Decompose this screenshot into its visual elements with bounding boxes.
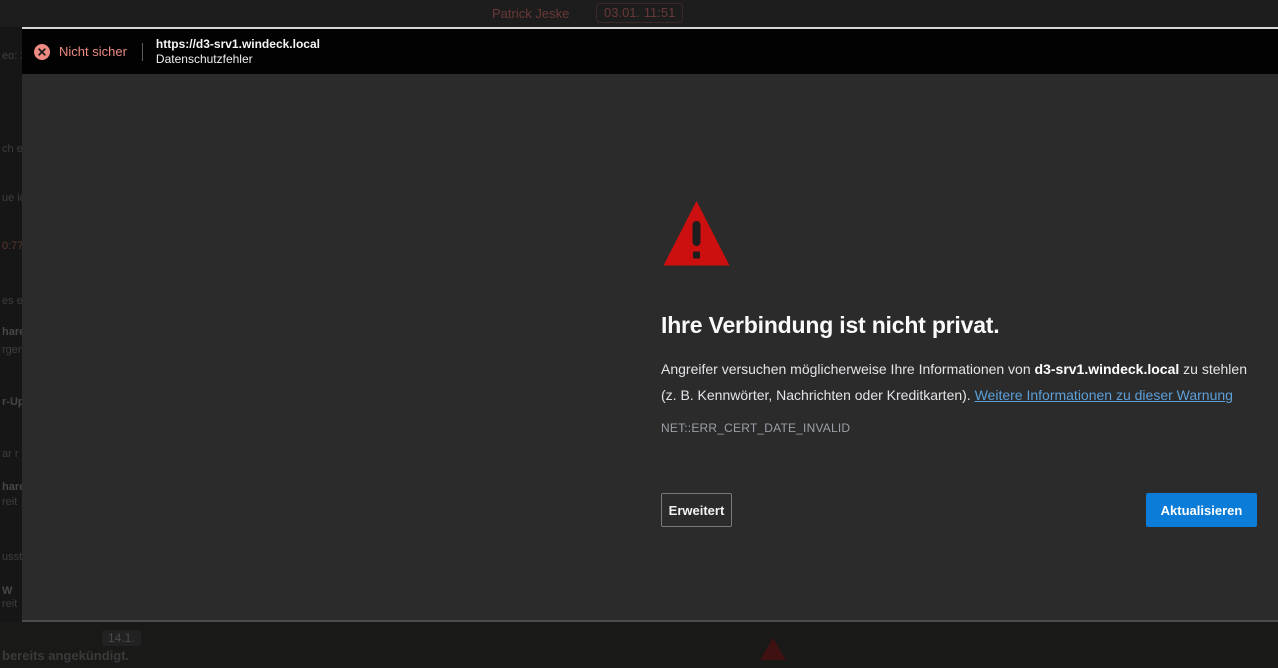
page-url: https://d3-srv1.windeck.local: [156, 37, 320, 52]
background-fragment: 14.1.: [102, 630, 141, 646]
background-fragment: hare: [2, 481, 22, 493]
security-badge-label: Nicht sicher: [59, 44, 127, 59]
error-description: Angreifer versuchen möglicherweise Ihre …: [661, 356, 1247, 408]
background-fragment: es er: [2, 295, 22, 307]
background-user-label: Patrick Jeske: [492, 6, 569, 21]
background-window-strip: eo: 3 ch e ue ic 0:77 es er hare rgen r-…: [0, 27, 22, 622]
background-fragment: usst: [2, 551, 22, 563]
circle-x-icon: [34, 44, 50, 60]
background-fragment: reit: [2, 598, 17, 610]
error-text: zu stehlen: [1179, 361, 1247, 377]
warning-triangle-icon: [663, 200, 730, 267]
reload-button[interactable]: Aktualisieren: [1146, 493, 1257, 527]
background-fragment: W: [2, 585, 12, 597]
error-title: Ihre Verbindung ist nicht privat.: [661, 312, 999, 339]
advanced-button[interactable]: Erweitert: [661, 493, 732, 527]
background-fragment: reit: [2, 496, 17, 508]
background-fragment: r-Up: [2, 396, 22, 408]
background-fragment: 0:77: [2, 240, 22, 252]
error-code: NET::ERR_CERT_DATE_INVALID: [661, 421, 850, 435]
error-text: (z. B. Kennwörter, Nachrichten oder Kred…: [661, 387, 975, 403]
error-description-line2: (z. B. Kennwörter, Nachrichten oder Kred…: [661, 382, 1247, 408]
desktop: Patrick Jeske 03.01. 11:51 eo: 3 ch e ue…: [0, 0, 1278, 668]
error-page: Ihre Verbindung ist nicht privat. Angrei…: [22, 74, 1278, 622]
titlebar-divider: [142, 43, 143, 61]
background-fragment: ue ic: [2, 192, 22, 204]
hostname: d3-srv1.windeck.local: [1035, 361, 1180, 377]
error-description-line1: Angreifer versuchen möglicherweise Ihre …: [661, 356, 1247, 382]
browser-titlebar: Nicht sicher https://d3-srv1.windeck.loc…: [22, 27, 1278, 74]
titlebar-url-block: https://d3-srv1.windeck.local Datenschut…: [156, 37, 320, 67]
security-badge[interactable]: Nicht sicher: [34, 44, 127, 60]
learn-more-link[interactable]: Weitere Informationen zu dieser Warnung: [975, 387, 1233, 403]
background-fragment: rgen: [2, 344, 22, 356]
page-status-label: Datenschutzfehler: [156, 52, 320, 67]
error-text: Angreifer versuchen möglicherweise Ihre …: [661, 361, 1035, 377]
background-datetime-label: 03.01. 11:51: [596, 3, 683, 23]
background-fragment: ch e: [2, 143, 22, 155]
background-warning-triangle-icon: [760, 638, 786, 660]
background-window-titlebar: Patrick Jeske 03.01. 11:51: [0, 0, 1278, 27]
background-fragment: ar r: [2, 448, 19, 460]
background-window-bottom: bereits angekündigt. 14.1.: [0, 622, 1278, 668]
background-fragment: eo: 3: [2, 50, 22, 62]
background-fragment: hare: [2, 326, 22, 338]
browser-window: Nicht sicher https://d3-srv1.windeck.loc…: [22, 27, 1278, 622]
background-fragment: bereits angekündigt.: [2, 648, 129, 663]
